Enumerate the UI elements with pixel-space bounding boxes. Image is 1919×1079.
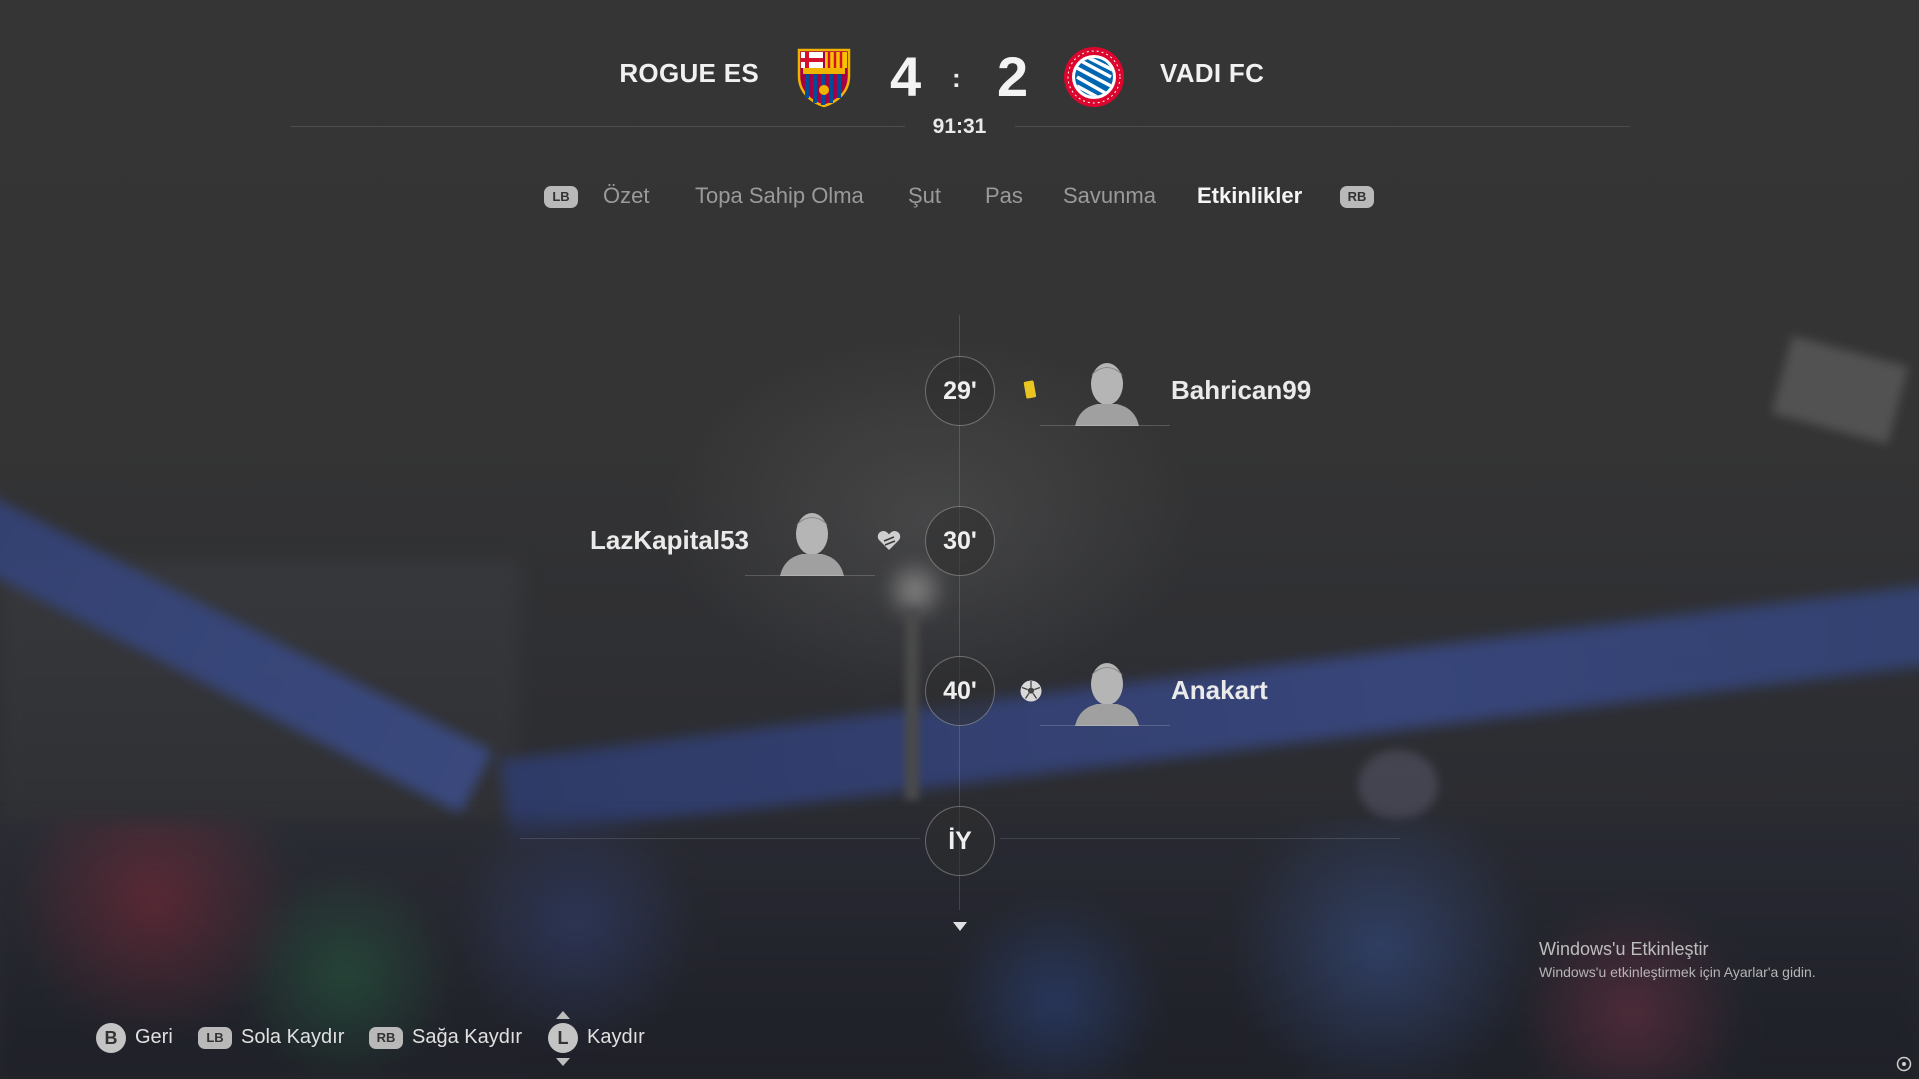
event-minute: 29' <box>925 356 995 426</box>
half-time-divider-left <box>520 838 920 839</box>
event-player-name: LazKapital53 <box>590 525 749 555</box>
scroll-left-hint-label: Sola Kaydır <box>241 1026 345 1048</box>
home-score: 4 <box>890 45 922 108</box>
windows-activation-title: Windows'u Etkinleştir <box>1539 939 1709 959</box>
back-hint-label: Geri <box>135 1026 173 1048</box>
l-stick-icon[interactable]: L <box>548 1023 578 1053</box>
stick-up-arrow-icon <box>556 1011 570 1019</box>
tab-summary[interactable]: Özet <box>603 183 649 209</box>
half-time-marker: İY <box>925 806 995 876</box>
lb-button-icon[interactable]: LB <box>198 1027 232 1049</box>
away-team-name: VADI FC <box>1160 58 1265 88</box>
tab-shooting[interactable]: Şut <box>908 183 941 209</box>
b-button-icon[interactable]: B <box>96 1023 126 1053</box>
football-icon <box>1020 680 1042 702</box>
scroll-down-arrow-icon[interactable] <box>953 922 967 932</box>
home-team-name: ROGUE ES <box>619 58 759 88</box>
event-minute: 40' <box>925 656 995 726</box>
controller-hints: B Geri LB Sola Kaydır RB Sağa Kaydır L K… <box>0 1010 760 1070</box>
player-avatar <box>1075 663 1139 726</box>
scroll-right-hint-label: Sağa Kaydır <box>412 1026 523 1048</box>
event-player-name: Bahrican99 <box>1171 375 1312 405</box>
lb-bumper-icon[interactable]: LB <box>544 186 578 208</box>
network-status-icon <box>1896 1056 1912 1072</box>
scroll-hint-label: Kaydır <box>587 1026 645 1048</box>
half-time-divider-right <box>1000 838 1400 839</box>
stick-down-arrow-icon <box>556 1058 570 1066</box>
stats-tabs: LB Özet Topa Sahip Olma Şut Pas Savunma … <box>0 183 1919 223</box>
player-avatar <box>1075 363 1139 426</box>
home-team-crest-icon <box>797 48 851 108</box>
tab-events[interactable]: Etkinlikler <box>1197 183 1302 209</box>
tab-defending[interactable]: Savunma <box>1063 183 1156 209</box>
score-separator: : <box>952 63 961 93</box>
match-clock: 91:31 <box>932 115 987 138</box>
tab-possession[interactable]: Topa Sahip Olma <box>695 183 864 209</box>
rb-button-icon[interactable]: RB <box>369 1027 403 1049</box>
away-team-crest-icon <box>1064 47 1124 107</box>
yellow-card-icon <box>1023 380 1037 399</box>
injury-icon <box>877 531 901 550</box>
event-player-name: Anakart <box>1171 675 1268 705</box>
windows-activation-subtitle: Windows'u etkinleştirmek için Ayarlar'a … <box>1539 964 1816 980</box>
rb-bumper-icon[interactable]: RB <box>1340 186 1374 208</box>
player-avatar <box>780 513 844 576</box>
scoreboard: ROGUE ES 4 : 2 VADI FC 91:31 <box>0 0 1919 140</box>
away-score: 2 <box>997 45 1029 108</box>
event-minute: 30' <box>925 506 995 576</box>
tab-passing[interactable]: Pas <box>985 183 1023 209</box>
